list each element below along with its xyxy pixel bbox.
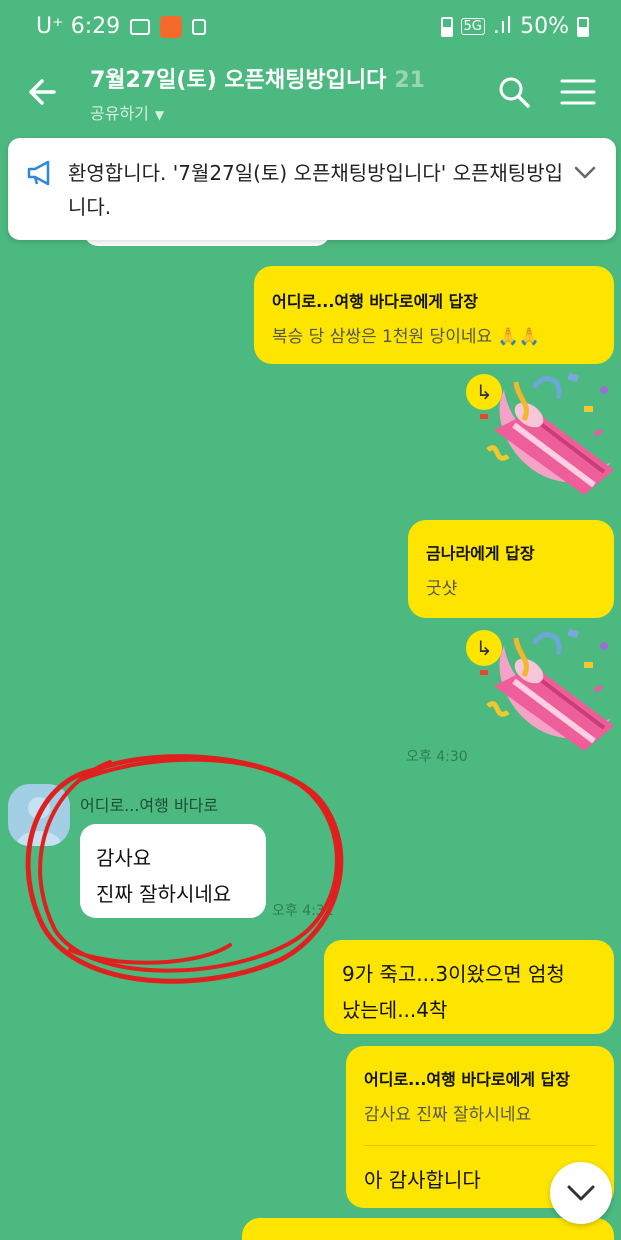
member-count: 21	[394, 68, 425, 93]
network-type: 5G	[460, 18, 485, 35]
chat-title-text: 7월27일(토) 오픈채팅방입니다	[90, 68, 387, 93]
voicemail-icon	[130, 18, 151, 35]
chat-title[interactable]: 7월27일(토) 오픈채팅방입니다 21	[90, 62, 425, 94]
my-message-bubble[interactable]	[242, 1218, 614, 1240]
search-icon[interactable]	[496, 74, 532, 110]
reply-target: 어디로...여행 바다로에게 답장	[364, 1070, 571, 1089]
sender-name[interactable]: 어디로...여행 바다로	[80, 792, 218, 816]
party-popper-sticker[interactable]	[474, 626, 614, 756]
default-profile-icon	[16, 797, 62, 846]
signal-icon: .ıl	[492, 14, 513, 39]
reply-divider	[364, 1145, 596, 1146]
hamburger-menu-icon[interactable]	[560, 78, 596, 106]
chevron-down-icon[interactable]	[574, 162, 596, 182]
my-reply-bubble[interactable]: 금나라에게 답장 굿샷	[408, 520, 614, 618]
party-popper-sticker[interactable]	[474, 370, 614, 500]
back-arrow-icon[interactable]	[24, 72, 64, 112]
reply-target: 금나라에게 답장	[426, 544, 535, 563]
message-timestamp: 오후 4:30	[406, 749, 468, 765]
carrier-time: U⁺ 6:29	[36, 14, 121, 39]
chat-header: 7월27일(토) 오픈채팅방입니다 21 공유하기 ▼	[0, 50, 621, 136]
message-line: 9가 죽고...3이왔으면 엄청	[342, 962, 565, 986]
notice-text: 환영합니다. '7월27일(토) 오픈채팅방입니다' 오픈채팅방입니다.	[68, 161, 564, 219]
reply-quote: 감사요 진짜 잘하시네요	[364, 1105, 532, 1125]
share-label: 공유하기	[90, 104, 149, 123]
status-bar: U⁺ 6:29 5G .ıl 50%	[0, 0, 621, 50]
megaphone-icon	[27, 160, 50, 186]
avatar[interactable]	[8, 784, 70, 846]
lock-icon	[192, 18, 207, 35]
reply-target: 어디로...여행 바다로에게 답장	[272, 292, 479, 311]
temu-app-icon	[160, 15, 183, 38]
reply-quote: 복승 당 삼쌍은 1천원 당이네요 🙏🙏	[272, 327, 540, 347]
caret-down-icon: ▼	[154, 108, 165, 122]
my-reply-bubble[interactable]: 어디로...여행 바다로에게 답장 복승 당 삼쌍은 1천원 당이네요 🙏🙏	[254, 266, 614, 364]
message-line: 감사요	[96, 846, 152, 870]
reply-quote: 굿샷	[426, 579, 458, 599]
message-timestamp: 오후 4:31	[272, 903, 334, 919]
my-message-bubble[interactable]: 9가 죽고...3이왔으면 엄청 났는데...4착	[324, 940, 614, 1034]
message-line: 진짜 잘하시네요	[96, 882, 232, 906]
scroll-to-bottom-button[interactable]	[550, 1162, 612, 1224]
chevron-down-icon	[567, 1185, 595, 1201]
share-dropdown[interactable]: 공유하기 ▼	[90, 100, 164, 124]
message-line: 났는데...4착	[342, 998, 448, 1022]
battery-icon	[577, 16, 589, 37]
incoming-message-bubble[interactable]: 감사요 진짜 잘하시네요	[80, 824, 266, 918]
battery-level: 50%	[520, 14, 569, 39]
battery-saver-icon	[440, 16, 453, 37]
notice-banner[interactable]: 환영합니다. '7월27일(토) 오픈채팅방입니다' 오픈채팅방입니다.	[8, 138, 616, 240]
